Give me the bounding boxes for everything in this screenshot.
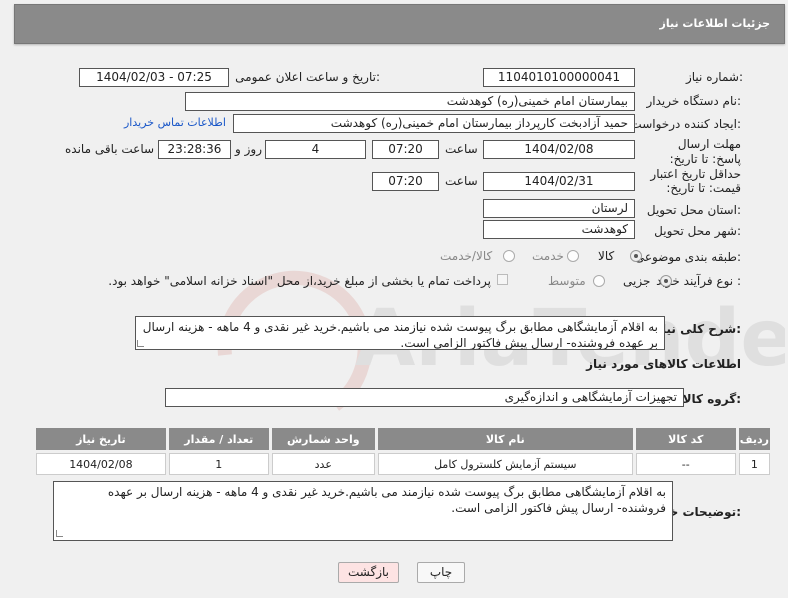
reply-deadline-label: مهلت ارسال پاسخ: تا تاریخ: [669, 137, 741, 166]
remaining-time-field: 23:28:36 [158, 140, 231, 159]
category-goods-service-label: کالا/خدمت [440, 249, 493, 263]
announce-datetime-field: 1404/02/03 - 07:25 [79, 68, 229, 87]
category-label: طبقه بندی موضوعی: [634, 250, 741, 264]
creator-field: حمید آزادبخت کارپرداز بیمارستان امام خمی… [233, 114, 635, 133]
goods-group-label: گروه کالا: [682, 392, 741, 406]
buyer-notes-text: به اقلام آزمایشگاهی مطابق برگ پیوست شده … [107, 485, 666, 515]
description-text: به اقلام آزمایشگاهی مطابق برگ پیوست شده … [142, 320, 658, 350]
validity-time-field: 07:20 [372, 172, 439, 191]
city-label: شهر محل تحویل: [654, 224, 741, 238]
col-unit: واحد شمارش [271, 428, 375, 450]
buyer-org-label: نام دستگاه خریدار: [646, 94, 742, 108]
cell-name: سیستم آزمایش کلسترول کامل [377, 453, 633, 475]
buyer-notes-resize-handle[interactable] [56, 530, 63, 537]
col-date: تاریخ نیاز [36, 428, 166, 450]
page-title: جزئیات اطلاعات نیاز [659, 17, 771, 30]
cell-qty: 1 [168, 453, 269, 475]
province-field: لرستان [483, 199, 635, 218]
cell-row: 1 [738, 453, 770, 475]
need-number-label: شماره نیاز: [685, 70, 743, 84]
creator-label: ایجاد کننده درخواست: [630, 117, 741, 131]
category-service-radio[interactable] [567, 250, 579, 262]
col-row: ردیف [738, 428, 770, 450]
cell-unit: عدد [271, 453, 375, 475]
category-goods-label: کالا [598, 249, 615, 263]
goods-info-title: اطلاعات کالاهای مورد نیاز [586, 357, 741, 371]
col-code: کد کالا [635, 428, 736, 450]
back-button[interactable]: بازگشت [338, 562, 399, 583]
goods-table: ردیف کد کالا نام کالا واحد شمارش تعداد /… [33, 425, 773, 478]
table-row: 1 -- سیستم آزمایش کلسترول کامل عدد 1 140… [36, 453, 770, 475]
col-qty: تعداد / مقدار [168, 428, 269, 450]
day-and-label: روز و [235, 142, 262, 156]
validity-hour-label: ساعت [445, 174, 478, 188]
hours-remaining-label: ساعت باقی مانده [65, 142, 155, 156]
reply-date-field: 1404/02/08 [483, 140, 635, 159]
purchase-partial-radio[interactable] [660, 275, 672, 287]
goods-group-field: تجهیزات آزمایشگاهی و اندازه‌گیری [165, 388, 684, 407]
reply-time-field: 07:20 [372, 140, 439, 159]
category-goods-service-radio[interactable] [503, 250, 515, 262]
description-resize-handle[interactable] [137, 340, 144, 347]
col-name: نام کالا [377, 428, 633, 450]
province-label: استان محل تحویل: [646, 203, 741, 217]
description-label: شرح کلی نیاز: [655, 322, 741, 336]
price-validity-label: حداقل تاریخ اعتبار قیمت: تا تاریخ: [650, 167, 741, 195]
buyer-contact-link[interactable]: اطلاعات تماس خریدار [124, 116, 226, 129]
buyer-notes-textarea: به اقلام آزمایشگاهی مطابق برگ پیوست شده … [53, 481, 673, 541]
announce-datetime-label: تاریخ و ساعت اعلان عمومی: [235, 70, 380, 84]
table-header-row: ردیف کد کالا نام کالا واحد شمارش تعداد /… [36, 428, 770, 450]
purchase-partial-label: جزیی [623, 274, 651, 288]
purchase-medium-radio[interactable] [593, 275, 605, 287]
cell-code: -- [635, 453, 736, 475]
reply-hour-label: ساعت [445, 142, 478, 156]
need-number-field: 1104010100000041 [483, 68, 635, 87]
validity-date-field: 1404/02/31 [483, 172, 635, 191]
city-field: کوهدشت [483, 220, 635, 239]
purchase-medium-label: متوسط [548, 274, 586, 288]
category-service-label: خدمت [532, 249, 564, 263]
print-button[interactable]: چاپ [417, 562, 465, 583]
category-goods-radio[interactable] [630, 250, 642, 262]
description-textarea: به اقلام آزمایشگاهی مطابق برگ پیوست شده … [135, 316, 665, 350]
treasury-checkbox[interactable] [497, 274, 508, 285]
days-field: 4 [265, 140, 366, 159]
treasury-note: پرداخت تمام یا بخشی از مبلغ خرید،از محل … [108, 274, 491, 288]
buyer-org-field: بیمارستان امام خمینی(ره) کوهدشت [185, 92, 635, 111]
cell-date: 1404/02/08 [36, 453, 166, 475]
